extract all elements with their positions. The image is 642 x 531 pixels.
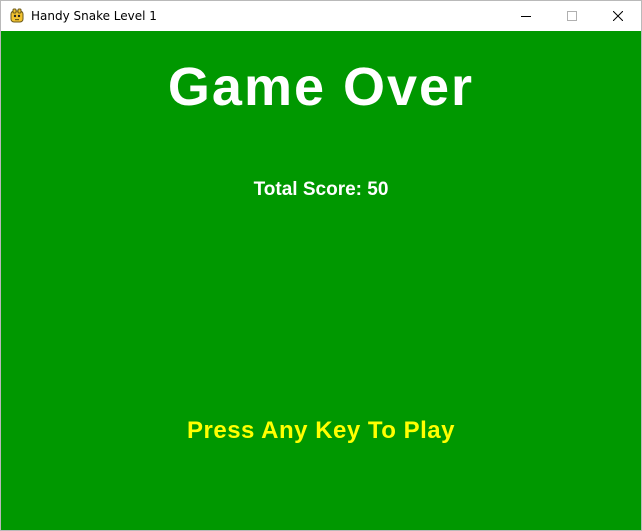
minimize-icon	[521, 16, 531, 17]
close-button[interactable]	[595, 1, 641, 31]
app-window: Handy Snake Level 1 Game Over Total Scor…	[0, 0, 642, 531]
python-snake-icon	[9, 8, 25, 24]
caption-buttons	[503, 1, 641, 31]
game-over-heading: Game Over	[167, 57, 475, 117]
play-again-prompt: Press Any Key To Play	[187, 417, 455, 444]
total-score: Total Score: 50	[1, 178, 641, 202]
maximize-icon	[567, 11, 577, 21]
minimize-button[interactable]	[503, 1, 549, 31]
score-label: Total Score:	[253, 179, 362, 200]
score-value: 50	[367, 179, 389, 200]
title-bar[interactable]: Handy Snake Level 1	[1, 1, 641, 31]
window-title: Handy Snake Level 1	[31, 9, 157, 23]
maximize-button[interactable]	[549, 1, 595, 31]
game-canvas[interactable]: Game Over Total Score: 50 Press Any Key …	[1, 31, 641, 530]
close-icon	[613, 11, 623, 21]
